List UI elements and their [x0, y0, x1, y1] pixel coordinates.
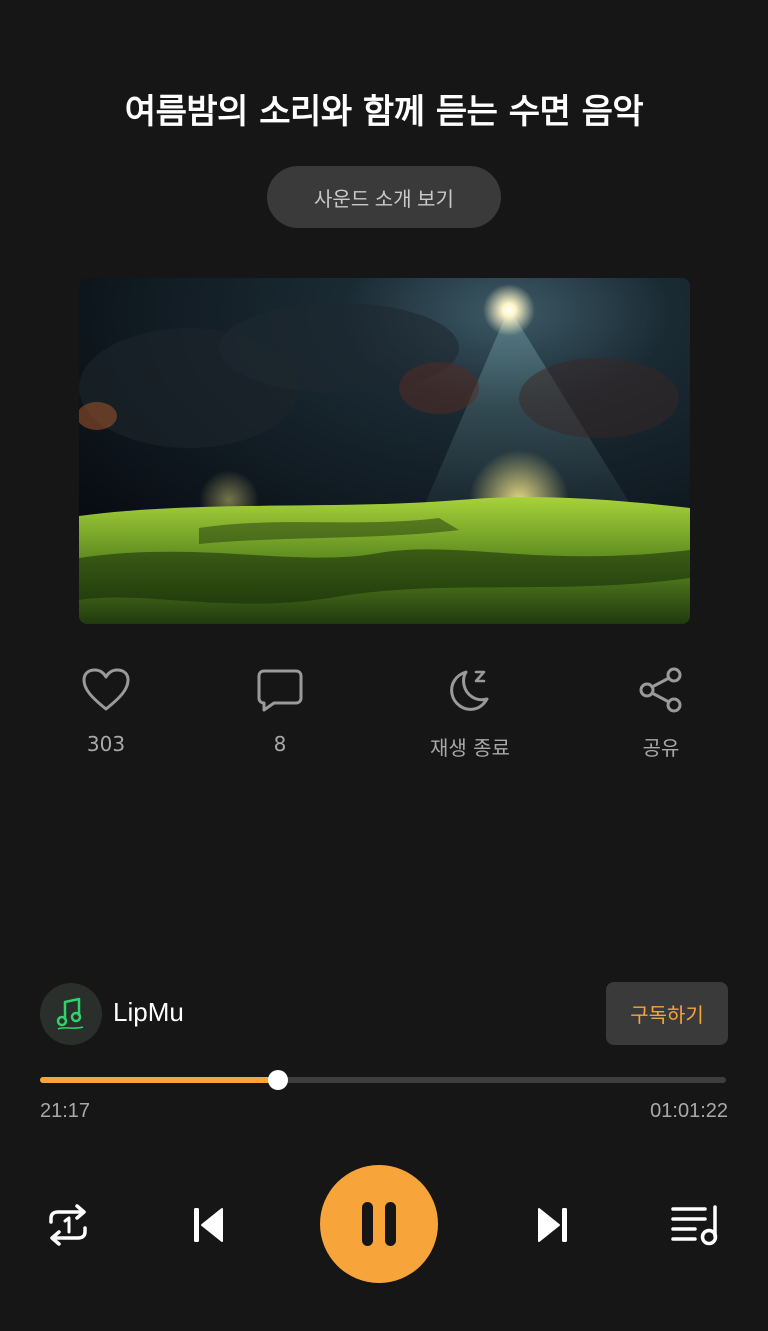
player-screen: 여름밤의 소리와 함께 듣는 수면 음악 사운드 소개 보기 303 8 재생 … — [0, 0, 768, 1331]
total-duration: 01:01:22 — [650, 1100, 728, 1122]
playback-controls — [0, 1165, 768, 1285]
repeat-one-button[interactable] — [40, 1199, 96, 1251]
heart-icon — [78, 662, 134, 718]
channel-name[interactable]: LipMu — [113, 997, 184, 1028]
channel-row: LipMu 구독하기 — [40, 982, 728, 1046]
previous-button[interactable] — [180, 1199, 236, 1251]
like-button[interactable]: 303 — [31, 662, 181, 772]
playlist-button[interactable] — [668, 1199, 726, 1251]
music-note-logo-icon — [56, 997, 84, 1030]
share-icon — [633, 662, 689, 718]
next-button[interactable] — [525, 1199, 581, 1251]
elapsed-time: 21:17 — [40, 1100, 91, 1122]
sleep-moon-icon — [442, 662, 498, 718]
album-artwork — [79, 278, 690, 624]
sound-intro-button[interactable]: 사운드 소개 보기 — [267, 166, 501, 228]
progress-fill — [40, 1077, 278, 1083]
channel-avatar[interactable] — [40, 983, 102, 1045]
like-count: 303 — [86, 732, 126, 756]
action-row: 303 8 재생 종료 공유 — [0, 662, 768, 772]
share-label: 공유 — [642, 736, 680, 760]
comment-button[interactable]: 8 — [205, 662, 355, 772]
skip-previous-icon — [194, 1208, 223, 1242]
playlist-icon — [671, 1205, 718, 1246]
comment-count: 8 — [273, 732, 287, 756]
progress-slider[interactable] — [40, 1070, 728, 1090]
skip-next-icon — [538, 1208, 567, 1242]
subscribe-button[interactable]: 구독하기 — [606, 982, 728, 1045]
pause-button[interactable] — [320, 1165, 438, 1283]
repeat-one-icon — [49, 1204, 87, 1246]
comment-icon — [252, 662, 308, 718]
track-title: 여름밤의 소리와 함께 듣는 수면 음악 — [124, 92, 644, 132]
sleep-timer-button[interactable]: 재생 종료 — [395, 662, 545, 772]
progress-thumb[interactable] — [268, 1070, 288, 1090]
share-button[interactable]: 공유 — [586, 662, 736, 772]
pause-icon — [362, 1202, 396, 1246]
sleep-timer-label: 재생 종료 — [430, 736, 510, 760]
